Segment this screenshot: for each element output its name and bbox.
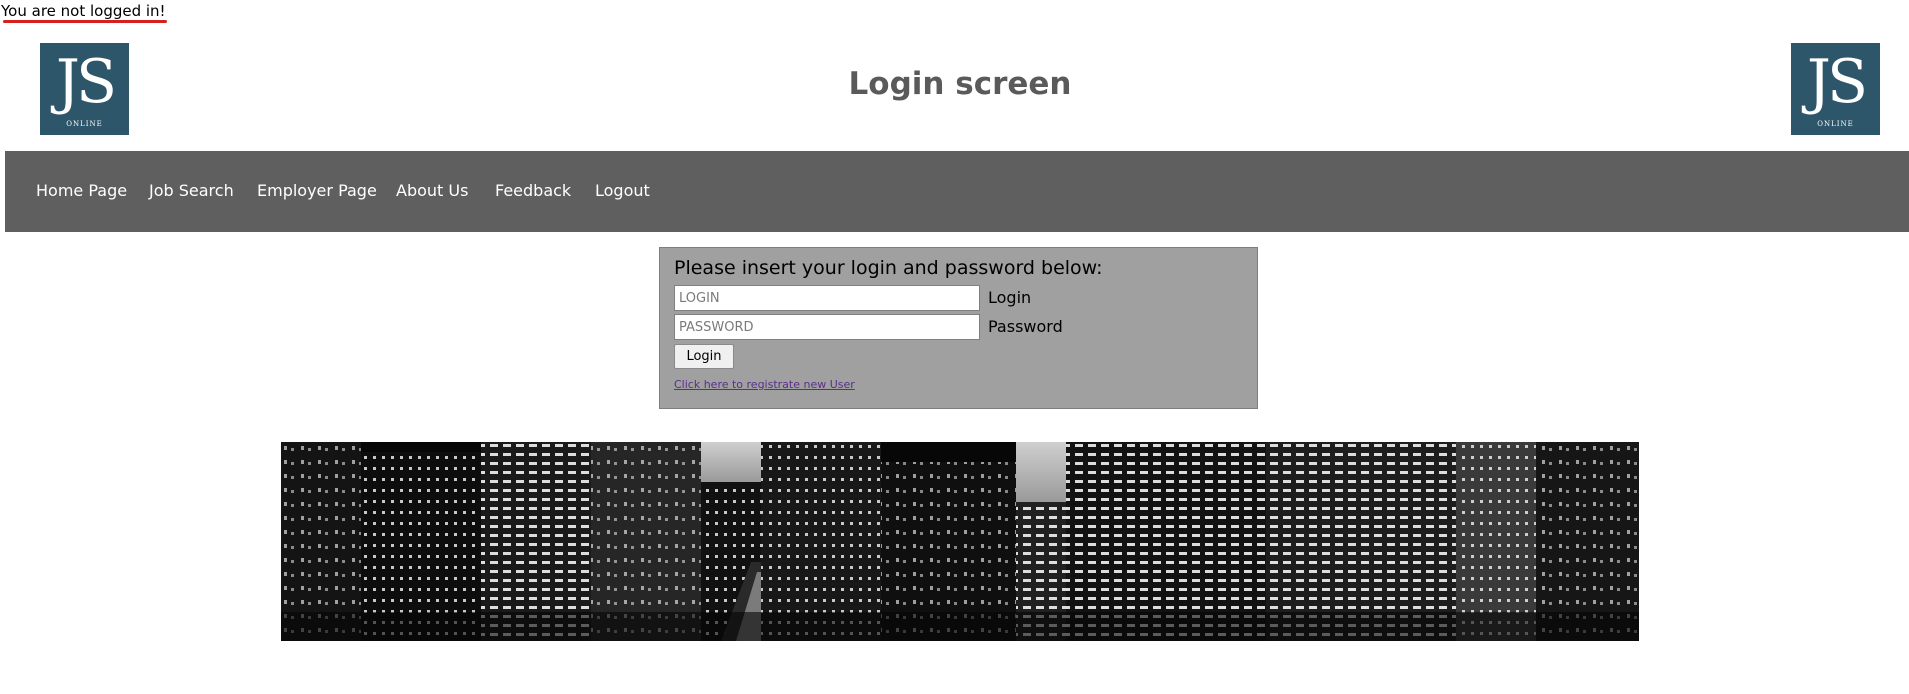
nav-item-feedback[interactable]: Feedback: [495, 181, 571, 200]
city-skyline-banner: [281, 442, 1639, 641]
register-new-user-link[interactable]: Click here to registrate new User: [674, 378, 855, 391]
main-nav: Home Page Job Search Employer Page About…: [5, 151, 1909, 232]
password-input[interactable]: [674, 314, 980, 340]
login-button[interactable]: Login: [674, 344, 734, 369]
nav-item-logout[interactable]: Logout: [595, 181, 650, 200]
login-field-label: Login: [988, 288, 1032, 307]
logo-subtitle: ONLINE: [1817, 120, 1854, 128]
nav-item-job-search[interactable]: Job Search: [149, 181, 234, 200]
login-status-text: You are not logged in!: [1, 2, 166, 20]
city-skyline-night-image: [281, 442, 1639, 641]
page-title: Login screen: [848, 66, 1072, 102]
nav-item-employer-page[interactable]: Employer Page: [257, 181, 377, 200]
nav-item-home-page[interactable]: Home Page: [36, 181, 127, 200]
status-underline: [3, 20, 167, 23]
login-prompt: Please insert your login and password be…: [674, 257, 1103, 279]
password-field-label: Password: [988, 317, 1063, 336]
logo-subtitle: ONLINE: [66, 120, 103, 128]
login-input[interactable]: [674, 285, 980, 311]
login-form: Please insert your login and password be…: [659, 247, 1258, 409]
nav-item-about-us[interactable]: About Us: [396, 181, 468, 200]
